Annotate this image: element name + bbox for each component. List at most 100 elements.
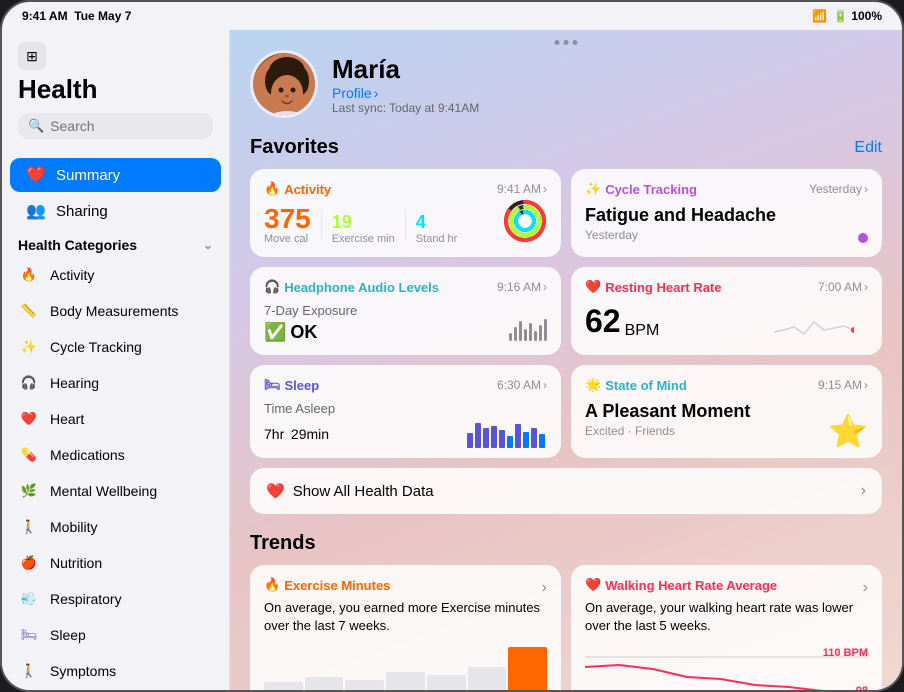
som-value: A Pleasant Moment bbox=[585, 401, 868, 422]
sidebar-header: ⊞ Health 🔍 🎤 bbox=[2, 42, 229, 157]
favorites-grid: 🔥 Activity 9:41 AM › 375 bbox=[250, 169, 882, 458]
medications-icon: 💊 bbox=[18, 444, 40, 466]
app-title: Health bbox=[18, 74, 213, 105]
som-sub: Excited · Friends bbox=[585, 424, 868, 438]
stand-label: Stand hr bbox=[416, 233, 458, 245]
stand-stat: 4 Stand hr bbox=[416, 212, 458, 245]
exercise-value: 19 bbox=[332, 212, 395, 233]
summary-icon: ❤️ bbox=[26, 165, 46, 185]
exercise-top-label: 63 min bbox=[512, 647, 547, 659]
chevron-right-exercise-trend-icon: › bbox=[542, 579, 547, 597]
sleep-card[interactable]: 🛏 Sleep 6:30 AM › Time Asleep 7hr 29min bbox=[250, 365, 561, 458]
sidebar-item-sleep[interactable]: 🛏 Sleep bbox=[2, 617, 229, 653]
chevron-right-small-icon: › bbox=[543, 182, 547, 196]
exercise-trend-chart: 63 min 31 min bbox=[264, 647, 547, 690]
activity-card-time: 9:41 AM › bbox=[497, 182, 547, 196]
show-all-health-data[interactable]: ❤️ Show All Health Data › bbox=[250, 468, 882, 514]
cycle-symptom: Fatigue and Headache bbox=[585, 205, 868, 226]
som-icon: 🌟 bbox=[585, 377, 601, 393]
avatar-svg bbox=[253, 53, 318, 118]
sidebar-item-activity[interactable]: 🔥 Activity bbox=[2, 257, 229, 293]
nav-item-sharing[interactable]: 👥 Sharing bbox=[10, 194, 221, 228]
headphone-card-time: 9:16 AM › bbox=[497, 280, 547, 294]
heart-rate-icon: ❤️ bbox=[585, 279, 601, 295]
wifi-icon: 📶 bbox=[812, 9, 827, 23]
chevron-right-hr-icon: › bbox=[864, 280, 868, 294]
chevron-right-show-all-icon: › bbox=[861, 482, 866, 500]
ipad-frame: 9:41 AM Tue May 7 📶 🔋 100% ⊞ Health 🔍 🎤 bbox=[0, 0, 904, 692]
headphone-card[interactable]: 🎧 Headphone Audio Levels 9:16 AM › 7-Day… bbox=[250, 267, 561, 355]
sidebar-item-mobility[interactable]: 🚶 Mobility bbox=[2, 509, 229, 545]
trends-title: Trends bbox=[250, 532, 316, 555]
search-bar[interactable]: 🔍 🎤 bbox=[18, 113, 213, 139]
walking-hr-chart: 110 BPM 98 bbox=[585, 647, 868, 690]
sleep-card-time: 6:30 AM › bbox=[497, 378, 547, 392]
sidebar-item-body-measurements[interactable]: 📏 Body Measurements bbox=[2, 293, 229, 329]
profile-sync: Last sync: Today at 9:41AM bbox=[332, 101, 479, 115]
exercise-trend-card[interactable]: 🔥 Exercise Minutes › On average, you ear… bbox=[250, 565, 561, 690]
headphone-bars bbox=[509, 311, 547, 341]
activity-card-title: 🔥 Activity bbox=[264, 181, 331, 197]
som-card-header: 🌟 State of Mind 9:15 AM › bbox=[585, 377, 868, 393]
cycle-card-title: ✨ Cycle Tracking bbox=[585, 181, 697, 197]
activity-card[interactable]: 🔥 Activity 9:41 AM › 375 bbox=[250, 169, 561, 257]
categories-header[interactable]: Health Categories ⌄ bbox=[2, 229, 229, 257]
status-bar: 9:41 AM Tue May 7 📶 🔋 100% bbox=[2, 2, 902, 30]
exercise-trend-icon: 🔥 bbox=[264, 577, 280, 593]
trends-header: Trends bbox=[250, 532, 882, 555]
heart-rate-card[interactable]: ❤️ Resting Heart Rate 7:00 AM › 62 BPM bbox=[571, 267, 882, 355]
sidebar-item-symptoms[interactable]: 🚶 Symptoms bbox=[2, 653, 229, 689]
profile-link[interactable]: Profile › bbox=[332, 85, 479, 101]
ok-badge: ✅ OK bbox=[264, 322, 547, 343]
activity-card-icon: 🔥 bbox=[264, 181, 280, 197]
sleep-card-header: 🛏 Sleep 6:30 AM › bbox=[264, 377, 547, 393]
walking-hr-icon: ❤️ bbox=[585, 577, 601, 593]
sidebar-item-medications[interactable]: 💊 Medications bbox=[2, 437, 229, 473]
chevron-right-cycle-icon: › bbox=[864, 182, 868, 196]
sidebar-item-vitals[interactable]: 📈 Vitals bbox=[2, 689, 229, 690]
sleep-card-icon: 🛏 bbox=[264, 377, 281, 393]
hearing-icon: 🎧 bbox=[18, 372, 40, 394]
som-card-time: 9:15 AM › bbox=[818, 378, 868, 392]
edit-button[interactable]: Edit bbox=[854, 139, 882, 157]
sidebar-item-hearing[interactable]: 🎧 Hearing bbox=[2, 365, 229, 401]
chevron-right-icon: › bbox=[374, 85, 379, 101]
headphone-icon: 🎧 bbox=[264, 279, 280, 295]
search-input[interactable] bbox=[50, 118, 230, 134]
sidebar-item-respiratory[interactable]: 💨 Respiratory bbox=[2, 581, 229, 617]
exercise-label: Exercise min bbox=[332, 233, 395, 245]
sidebar-item-cycle-tracking[interactable]: ✨ Cycle Tracking bbox=[2, 329, 229, 365]
state-of-mind-card[interactable]: 🌟 State of Mind 9:15 AM › A Pleasant Mom… bbox=[571, 365, 882, 458]
cycle-icon: ✨ bbox=[585, 181, 601, 197]
hr-card-header: ❤️ Resting Heart Rate 7:00 AM › bbox=[585, 279, 868, 295]
exercise-trend-title: 🔥 Exercise Minutes bbox=[264, 577, 390, 593]
sidebar-item-nutrition[interactable]: 🍎 Nutrition bbox=[2, 545, 229, 581]
profile-name: María bbox=[332, 54, 479, 85]
chevron-right-som-icon: › bbox=[864, 378, 868, 392]
move-unit: cal bbox=[294, 233, 308, 245]
sidebar-grid-row: ⊞ bbox=[18, 42, 213, 70]
exercise-trend-desc: On average, you earned more Exercise min… bbox=[264, 599, 547, 635]
stand-value: 4 bbox=[416, 212, 458, 233]
walking-hr-trend-card[interactable]: ❤️ Walking Heart Rate Average › On avera… bbox=[571, 565, 882, 690]
favorites-header: Favorites Edit bbox=[250, 136, 882, 159]
sidebar-item-mental-wellbeing[interactable]: 🌿 Mental Wellbeing bbox=[2, 473, 229, 509]
cycle-tracking-card[interactable]: ✨ Cycle Tracking Yesterday › Fatigue and… bbox=[571, 169, 882, 257]
cycle-card-header: ✨ Cycle Tracking Yesterday › bbox=[585, 181, 868, 197]
mobility-icon: 🚶 bbox=[18, 516, 40, 538]
heart-show-all-icon: ❤️ bbox=[266, 482, 285, 500]
nav-item-summary[interactable]: ❤️ Summary bbox=[10, 158, 221, 192]
hr-chart bbox=[774, 302, 854, 342]
nutrition-icon: 🍎 bbox=[18, 552, 40, 574]
battery-icon: 🔋 100% bbox=[833, 9, 882, 23]
main-content: María Profile › Last sync: Today at 9:41… bbox=[230, 30, 902, 690]
trends-grid: 🔥 Exercise Minutes › On average, you ear… bbox=[250, 565, 882, 690]
sidebar-item-heart[interactable]: ❤️ Heart bbox=[2, 401, 229, 437]
heart-rate-value: 62 bbox=[585, 303, 621, 340]
activity-card-header: 🔥 Activity 9:41 AM › bbox=[264, 181, 547, 197]
main-layout: ⊞ Health 🔍 🎤 ❤️ Summary 👥 Sharing bbox=[2, 30, 902, 690]
som-card-title: 🌟 State of Mind bbox=[585, 377, 687, 393]
mental-wellbeing-icon: 🌿 bbox=[18, 480, 40, 502]
headphone-card-title: 🎧 Headphone Audio Levels bbox=[264, 279, 439, 295]
sharing-icon: 👥 bbox=[26, 201, 46, 221]
